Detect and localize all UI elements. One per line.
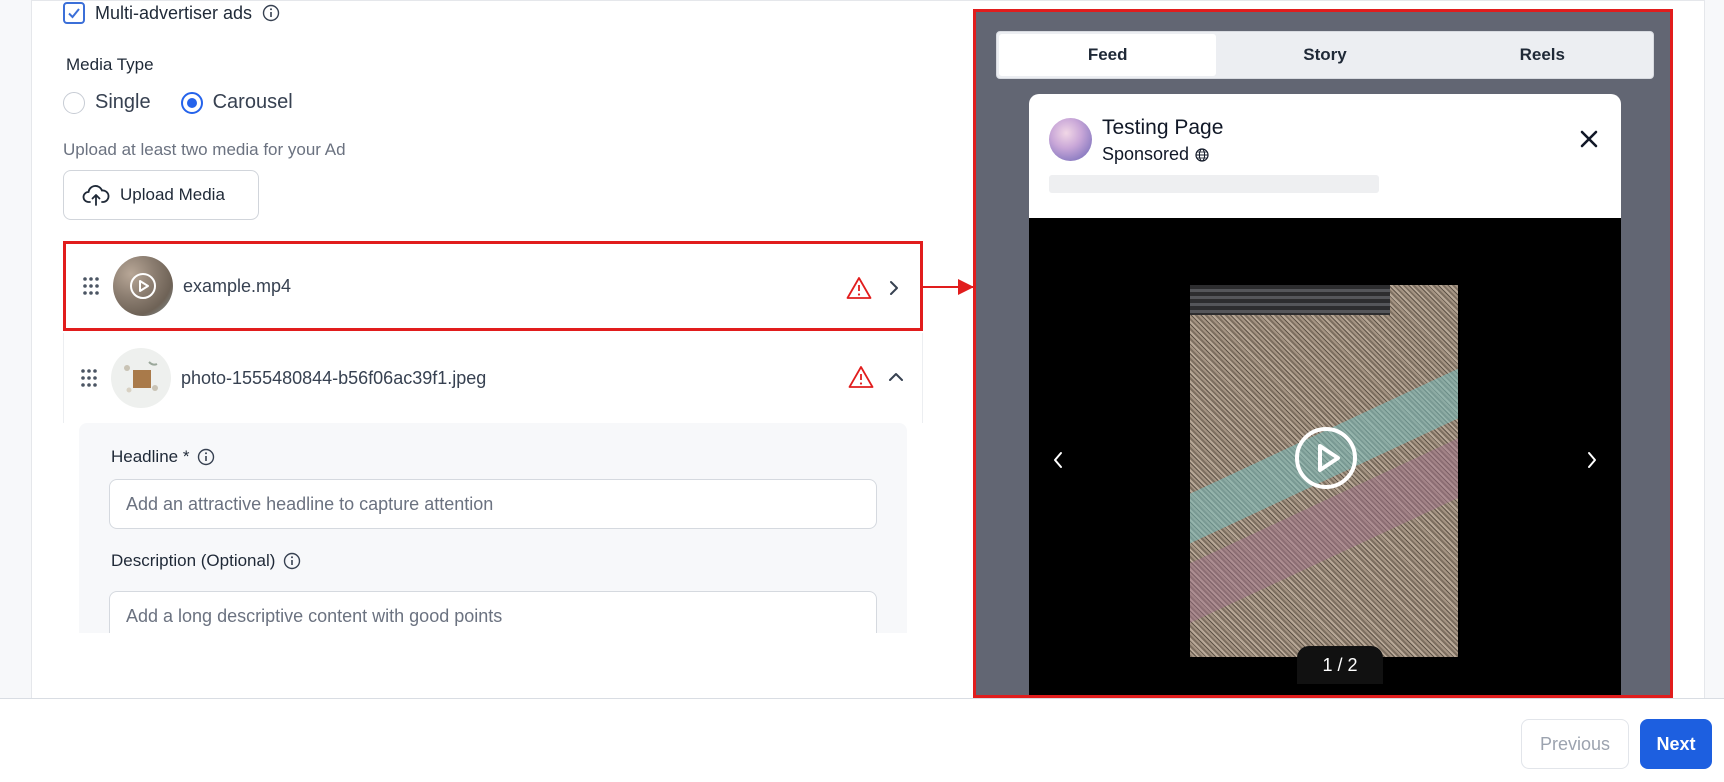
media-type-label: Media Type bbox=[66, 55, 154, 74]
upload-media-label: Upload Media bbox=[120, 185, 225, 204]
media-item-photo[interactable]: photo-1555480844-b56f06ac39f1.jpeg bbox=[63, 333, 923, 423]
multi-advertiser-checkbox[interactable] bbox=[63, 2, 85, 24]
radio-single[interactable] bbox=[63, 91, 85, 114]
ad-preview-panel: Feed Story Reels Testing Page Sponsored … bbox=[973, 9, 1673, 698]
info-icon[interactable] bbox=[262, 4, 280, 22]
carousel-prev-icon[interactable] bbox=[1051, 450, 1065, 470]
upload-media-button[interactable]: Upload Media bbox=[63, 170, 259, 220]
sponsored-row: Sponsored bbox=[1102, 144, 1209, 165]
right-rail bbox=[1704, 0, 1724, 698]
cloud-upload-icon bbox=[82, 185, 110, 206]
multi-advertiser-label: Multi-advertiser ads bbox=[95, 2, 253, 23]
drag-handle-icon[interactable] bbox=[79, 368, 99, 388]
multi-advertiser-row: Multi-advertiser ads bbox=[63, 2, 280, 24]
carousel-counter: 1 / 2 bbox=[1297, 646, 1383, 684]
avatar bbox=[1049, 118, 1092, 161]
warning-icon bbox=[848, 366, 874, 388]
headline-input[interactable] bbox=[109, 479, 877, 529]
previous-button[interactable]: Previous bbox=[1521, 719, 1629, 769]
media-type-radio-group: Single Carousel bbox=[63, 91, 323, 114]
checkmark-icon bbox=[68, 8, 80, 19]
next-button[interactable]: Next bbox=[1640, 719, 1712, 769]
chevron-right-icon[interactable] bbox=[886, 280, 902, 296]
radio-carousel-label[interactable]: Carousel bbox=[213, 91, 293, 114]
info-icon[interactable] bbox=[197, 448, 215, 466]
radio-single-label[interactable]: Single bbox=[95, 91, 151, 114]
media-file-name: photo-1555480844-b56f06ac39f1.jpeg bbox=[181, 367, 487, 388]
media-item-video[interactable]: example.mp4 bbox=[63, 241, 923, 331]
close-icon[interactable] bbox=[1579, 129, 1599, 149]
radio-carousel[interactable] bbox=[180, 91, 203, 114]
preview-tabs: Feed Story Reels bbox=[996, 31, 1654, 79]
upload-hint: Upload at least two media for your Ad bbox=[63, 140, 346, 159]
left-rail bbox=[0, 0, 32, 698]
carousel-next-icon[interactable] bbox=[1585, 450, 1599, 470]
description-input[interactable] bbox=[109, 591, 877, 633]
content-top-border bbox=[32, 0, 1704, 1]
video-preview[interactable] bbox=[1190, 285, 1458, 657]
ad-editor-page: Multi-advertiser ads Media Type Single C… bbox=[0, 0, 1724, 782]
sponsored-label: Sponsored bbox=[1102, 144, 1190, 164]
description-label: Description (Optional) bbox=[111, 551, 276, 570]
tab-feed[interactable]: Feed bbox=[999, 34, 1217, 76]
caption-placeholder-bar bbox=[1049, 175, 1379, 193]
photo-thumbnail bbox=[111, 348, 171, 408]
headline-label: Headline * bbox=[111, 447, 190, 466]
video-scene-detail bbox=[1190, 285, 1390, 315]
video-thumbnail bbox=[113, 256, 173, 316]
globe-icon bbox=[1195, 147, 1209, 162]
media-list: example.mp4 photo-1555480844-b56f06ac39f… bbox=[63, 241, 923, 633]
headline-label-row: Headline * bbox=[111, 447, 215, 467]
media-details-panel: Headline * Description (Optional) bbox=[79, 423, 907, 633]
annotation-arrowhead bbox=[958, 279, 974, 295]
chevron-up-icon[interactable] bbox=[888, 369, 904, 385]
media-file-name: example.mp4 bbox=[183, 275, 292, 296]
tab-reels[interactable]: Reels bbox=[1434, 34, 1651, 76]
play-icon bbox=[130, 273, 156, 299]
feed-post-card: Testing Page Sponsored 1 / 2 bbox=[1029, 94, 1621, 695]
tab-story[interactable]: Story bbox=[1216, 34, 1433, 76]
info-icon[interactable] bbox=[283, 552, 301, 570]
play-icon[interactable] bbox=[1293, 425, 1359, 491]
footer-bar bbox=[0, 698, 1724, 782]
carousel-media-area: 1 / 2 bbox=[1029, 218, 1621, 695]
warning-icon bbox=[846, 277, 872, 299]
description-label-row: Description (Optional) bbox=[111, 551, 301, 571]
page-name: Testing Page bbox=[1102, 116, 1224, 139]
drag-handle-icon[interactable] bbox=[81, 276, 101, 296]
